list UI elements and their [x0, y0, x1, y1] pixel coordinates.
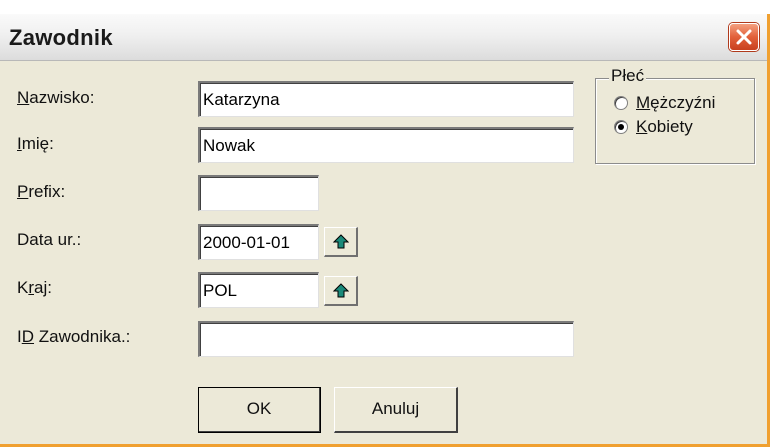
imie-input[interactable] — [198, 127, 574, 163]
radio-selected-dot — [618, 124, 624, 130]
prefix-mnemonic: P — [17, 182, 29, 201]
nazwisko-input[interactable] — [198, 81, 574, 117]
radio-label-text: obiety — [647, 117, 693, 136]
data-ur-input[interactable] — [198, 224, 319, 260]
gender-group-title: Płeć — [609, 66, 647, 86]
radio-mnemonic: K — [636, 117, 648, 136]
kraj-label-text: aj: — [34, 278, 52, 297]
radio-label: Mężczyźni — [636, 93, 715, 113]
imie-label-text: mię: — [21, 134, 54, 153]
close-icon — [736, 29, 752, 45]
radio-circle — [614, 96, 628, 110]
prefix-input[interactable] — [198, 175, 319, 211]
prefix-label-text: refix: — [28, 182, 66, 201]
radio-mnemonic: M — [636, 93, 651, 112]
nazwisko-mnemonic: N — [17, 88, 30, 107]
prefix-label: Prefix: — [17, 182, 65, 202]
id-zawodnika-label-text: Zawodnika.: — [34, 327, 131, 346]
kraj-label: Kraj: — [17, 278, 52, 298]
kraj-spin-button[interactable] — [324, 276, 358, 306]
cancel-button[interactable]: Anuluj — [334, 387, 458, 433]
imie-label: Imię: — [17, 134, 54, 154]
radio-circle — [614, 120, 628, 134]
kraj-input[interactable] — [198, 272, 319, 308]
radio-label: Kobiety — [636, 117, 693, 137]
id-zawodnika-input[interactable] — [198, 321, 574, 357]
nazwisko-label-text: azwisko: — [29, 88, 95, 107]
arrow-up-icon — [333, 234, 349, 249]
data-ur-spin-button[interactable] — [324, 227, 358, 257]
arrow-up-icon — [333, 283, 349, 298]
nazwisko-label: Nazwisko: — [17, 88, 94, 108]
ok-button[interactable]: OK — [198, 387, 321, 433]
title-bar[interactable]: Zawodnik — [0, 14, 767, 61]
id-zawodnika-mnemonic: D — [21, 327, 35, 346]
kraj-label-pre: K — [17, 278, 29, 297]
id-zawodnika-label: ID Zawodnika.: — [17, 327, 130, 347]
window-title: Zawodnik — [9, 25, 113, 50]
close-button[interactable] — [729, 23, 759, 51]
radio-label-text: ężczyźni — [650, 93, 716, 112]
dialog-window: Zawodnik Nazwisko: Imię: Prefix: Data ur… — [0, 14, 770, 447]
data-ur-label: Data ur.: — [17, 230, 82, 249]
